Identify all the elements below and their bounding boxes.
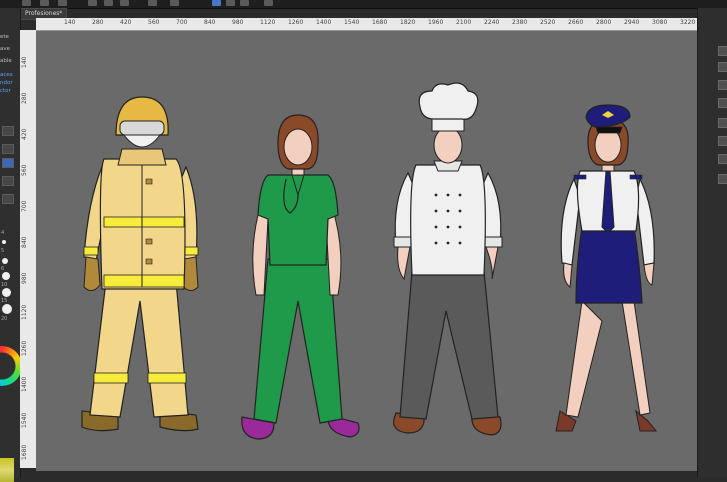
ruler-label: 1260: [21, 340, 28, 356]
tool-button[interactable]: [2, 176, 14, 186]
brush-size-label: 4: [1, 230, 5, 236]
panel-label: ete: [0, 34, 9, 40]
ruler-label: 1680: [21, 444, 28, 460]
brush-size-dot[interactable]: [2, 272, 10, 280]
search-icon[interactable]: [264, 0, 273, 6]
layer-icon[interactable]: [718, 174, 727, 184]
ruler-label: 980: [21, 272, 28, 284]
ruler-label: 2520: [540, 19, 556, 26]
ruler-label: 3080: [652, 19, 668, 26]
ruler-label: 840: [21, 236, 28, 248]
ruler-label: 1400: [316, 19, 332, 26]
ruler-label: 1260: [288, 19, 304, 26]
panel-label[interactable]: ndor: [0, 80, 13, 86]
ruler-label: 1400: [21, 376, 28, 392]
zoom-icon[interactable]: [226, 0, 235, 6]
navigator-icon[interactable]: [718, 46, 727, 56]
ruler-label: 1540: [21, 412, 28, 428]
lasso-icon[interactable]: [212, 0, 221, 6]
ruler-label: 2660: [568, 19, 584, 26]
brush-size-dot[interactable]: [2, 288, 11, 297]
ruler-label: 2100: [456, 19, 472, 26]
ruler-label: 280: [21, 92, 28, 104]
ruler-label: 140: [21, 56, 28, 68]
ruler-label: 2800: [596, 19, 612, 26]
view-icon[interactable]: [240, 0, 249, 6]
ruler-label: 1820: [400, 19, 416, 26]
panel-label[interactable]: ctor: [0, 88, 11, 94]
layer-icon[interactable]: [718, 80, 727, 90]
tool-button[interactable]: [2, 158, 14, 168]
brush-size-dot[interactable]: [2, 304, 12, 314]
tool-property-panel: ete ave able aces ndor ctor 4 5 6 10 15 …: [0, 8, 22, 482]
ruler-label: 560: [21, 164, 28, 176]
brush-size-label: 6: [1, 266, 5, 272]
panel-label: able: [0, 58, 12, 64]
tool-button[interactable]: [2, 194, 14, 204]
transform-icon[interactable]: [148, 0, 157, 6]
select-icon[interactable]: [170, 0, 179, 6]
ruler-label: 2940: [624, 19, 640, 26]
pilot-figure: [555, 104, 658, 432]
panel-label[interactable]: aces: [0, 72, 13, 78]
doctor-figure: [241, 114, 360, 440]
right-side-panel: [697, 8, 727, 477]
vertical-ruler: 140 280 420 560 700 840 980 1120 1260 14…: [20, 30, 37, 468]
horizontal-ruler: 140 280 420 560 700 840 980 1120 1260 14…: [36, 18, 697, 31]
layer-icon[interactable]: [718, 118, 727, 128]
brush-size-dot[interactable]: [2, 258, 8, 264]
ruler-label: 420: [120, 19, 132, 26]
open-icon[interactable]: [40, 0, 49, 6]
ruler-label: 1540: [344, 19, 360, 26]
ruler-label: 700: [21, 200, 28, 212]
firefighter-figure: [81, 96, 199, 432]
drawing-canvas[interactable]: [36, 31, 697, 471]
layer-icon[interactable]: [718, 154, 727, 164]
ruler-label: 2240: [484, 19, 500, 26]
redo-icon[interactable]: [104, 0, 113, 6]
ruler-label: 1120: [21, 304, 28, 320]
ruler-label: 700: [176, 19, 188, 26]
tool-button[interactable]: [2, 144, 14, 154]
layer-icon[interactable]: [718, 62, 727, 72]
ruler-label: 280: [92, 19, 104, 26]
ruler-label: 140: [64, 19, 76, 26]
undo-icon[interactable]: [88, 0, 97, 6]
ruler-label: 420: [21, 128, 28, 140]
ruler-label: 1120: [260, 19, 276, 26]
brush-size-label: 20: [1, 316, 8, 322]
ruler-label: 840: [204, 19, 216, 26]
clear-icon[interactable]: [120, 0, 129, 6]
chef-figure: [393, 82, 503, 436]
ruler-label: 980: [232, 19, 244, 26]
ruler-label: 560: [148, 19, 160, 26]
color-wheel[interactable]: [0, 346, 22, 386]
ruler-label: 3220: [680, 19, 696, 26]
ruler-label: 2380: [512, 19, 528, 26]
file-icon[interactable]: [22, 0, 31, 6]
tool-button[interactable]: [2, 126, 14, 136]
top-toolbar: [0, 0, 727, 9]
ruler-label: 1680: [372, 19, 388, 26]
layer-icon[interactable]: [718, 98, 727, 108]
panel-label: ave: [0, 46, 11, 52]
layer-icon[interactable]: [718, 136, 727, 146]
save-icon[interactable]: [58, 0, 67, 6]
brush-size-dot[interactable]: [2, 240, 6, 244]
color-swatch[interactable]: [0, 458, 14, 482]
brush-size-label: 5: [1, 248, 5, 254]
ruler-label: 1960: [428, 19, 444, 26]
